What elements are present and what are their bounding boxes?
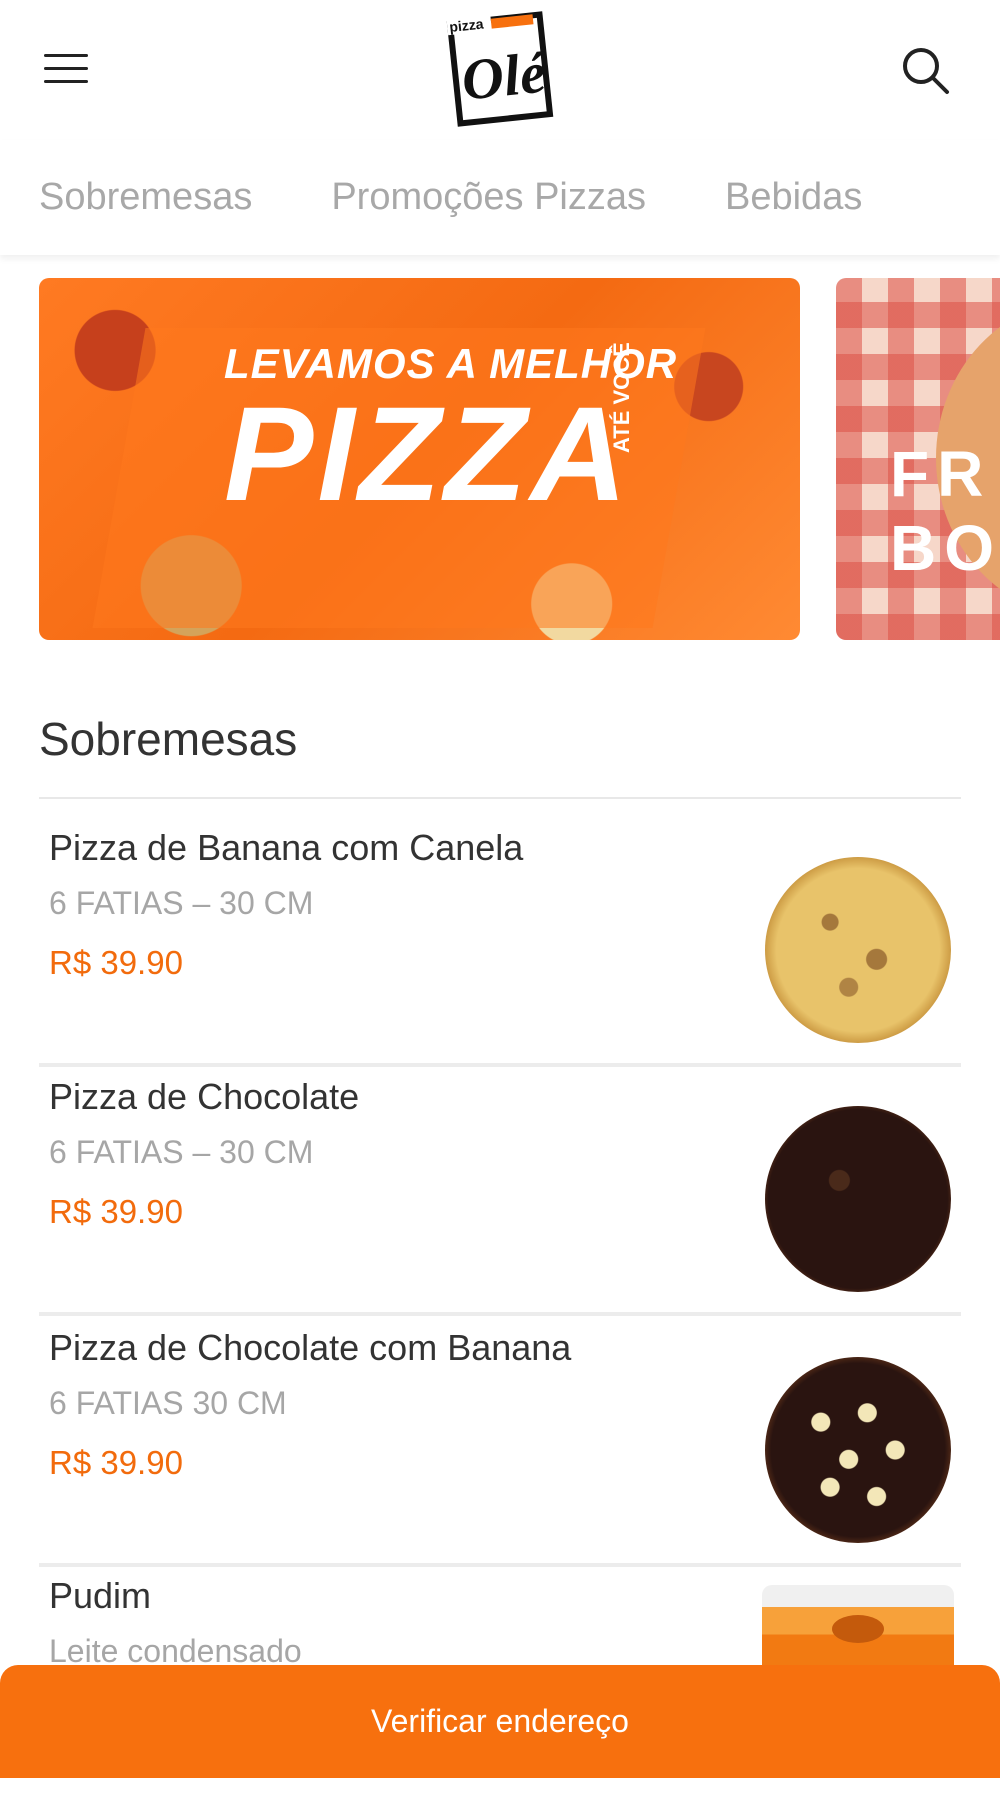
banner-vertical-text: ATÉ VOCÊ — [609, 342, 634, 453]
product-description: 6 FATIAS 30 CM — [49, 1385, 287, 1421]
product-description: 6 FATIAS – 30 CM — [49, 885, 314, 921]
product-item[interactable]: Pizza de Chocolate com Banana 6 FATIAS 3… — [39, 1317, 961, 1567]
pizza-ole-logo[interactable]: pizza Olé — [444, 10, 556, 128]
product-price: R$ 39.90 — [49, 944, 183, 981]
menu-line — [44, 80, 88, 83]
pudim-center — [832, 1615, 884, 1643]
section-title: Sobremesas — [39, 713, 298, 765]
app-header: pizza Olé — [0, 0, 1000, 140]
item-divider — [39, 1312, 961, 1316]
product-item[interactable]: Pizza de Chocolate 6 FATIAS – 30 CM R$ 3… — [39, 1066, 961, 1316]
tab-sobremesas[interactable]: Sobremesas — [39, 176, 252, 219]
tab-promocoes-pizzas[interactable]: Promoções Pizzas — [331, 176, 646, 219]
verify-address-label: Verificar endereço — [371, 1703, 629, 1739]
logo-text: Olé — [459, 39, 551, 113]
product-price: R$ 39.90 — [49, 1444, 183, 1481]
verify-address-button[interactable]: Verificar endereço — [0, 1665, 1000, 1778]
banner-2-line1: FR — [890, 438, 992, 510]
product-item[interactable]: Pizza de Banana com Canela 6 FATIAS – 30… — [39, 817, 961, 1067]
product-name: Pizza de Banana com Canela — [49, 827, 524, 868]
product-name: Pizza de Chocolate com Banana — [49, 1327, 572, 1368]
hamburger-menu-icon[interactable] — [44, 52, 90, 86]
product-image — [765, 1357, 951, 1543]
product-price: R$ 39.90 — [49, 1193, 183, 1230]
product-description: 6 FATIAS – 30 CM — [49, 1134, 314, 1170]
promo-banner-secondary[interactable]: FR BO — [836, 278, 1000, 640]
menu-line — [44, 67, 88, 70]
product-name: Pudim — [49, 1575, 152, 1616]
menu-line — [44, 54, 88, 57]
promo-banner[interactable]: LEVAMOS A MELHOR PIZZA ATÉ VOCÊ — [39, 278, 800, 640]
product-image — [765, 857, 951, 1043]
banner-2-text: FR BO — [890, 438, 1000, 585]
product-name: Pizza de Chocolate — [49, 1076, 360, 1117]
banner-2-line2: BO — [890, 511, 1000, 584]
search-icon[interactable] — [900, 45, 952, 97]
product-image — [765, 1106, 951, 1292]
category-tabs: Sobremesas Promoções Pizzas Bebidas — [0, 140, 1000, 255]
banner-big-text: PIZZA — [224, 380, 632, 529]
tab-bebidas[interactable]: Bebidas — [725, 176, 862, 219]
section-divider — [39, 797, 961, 799]
